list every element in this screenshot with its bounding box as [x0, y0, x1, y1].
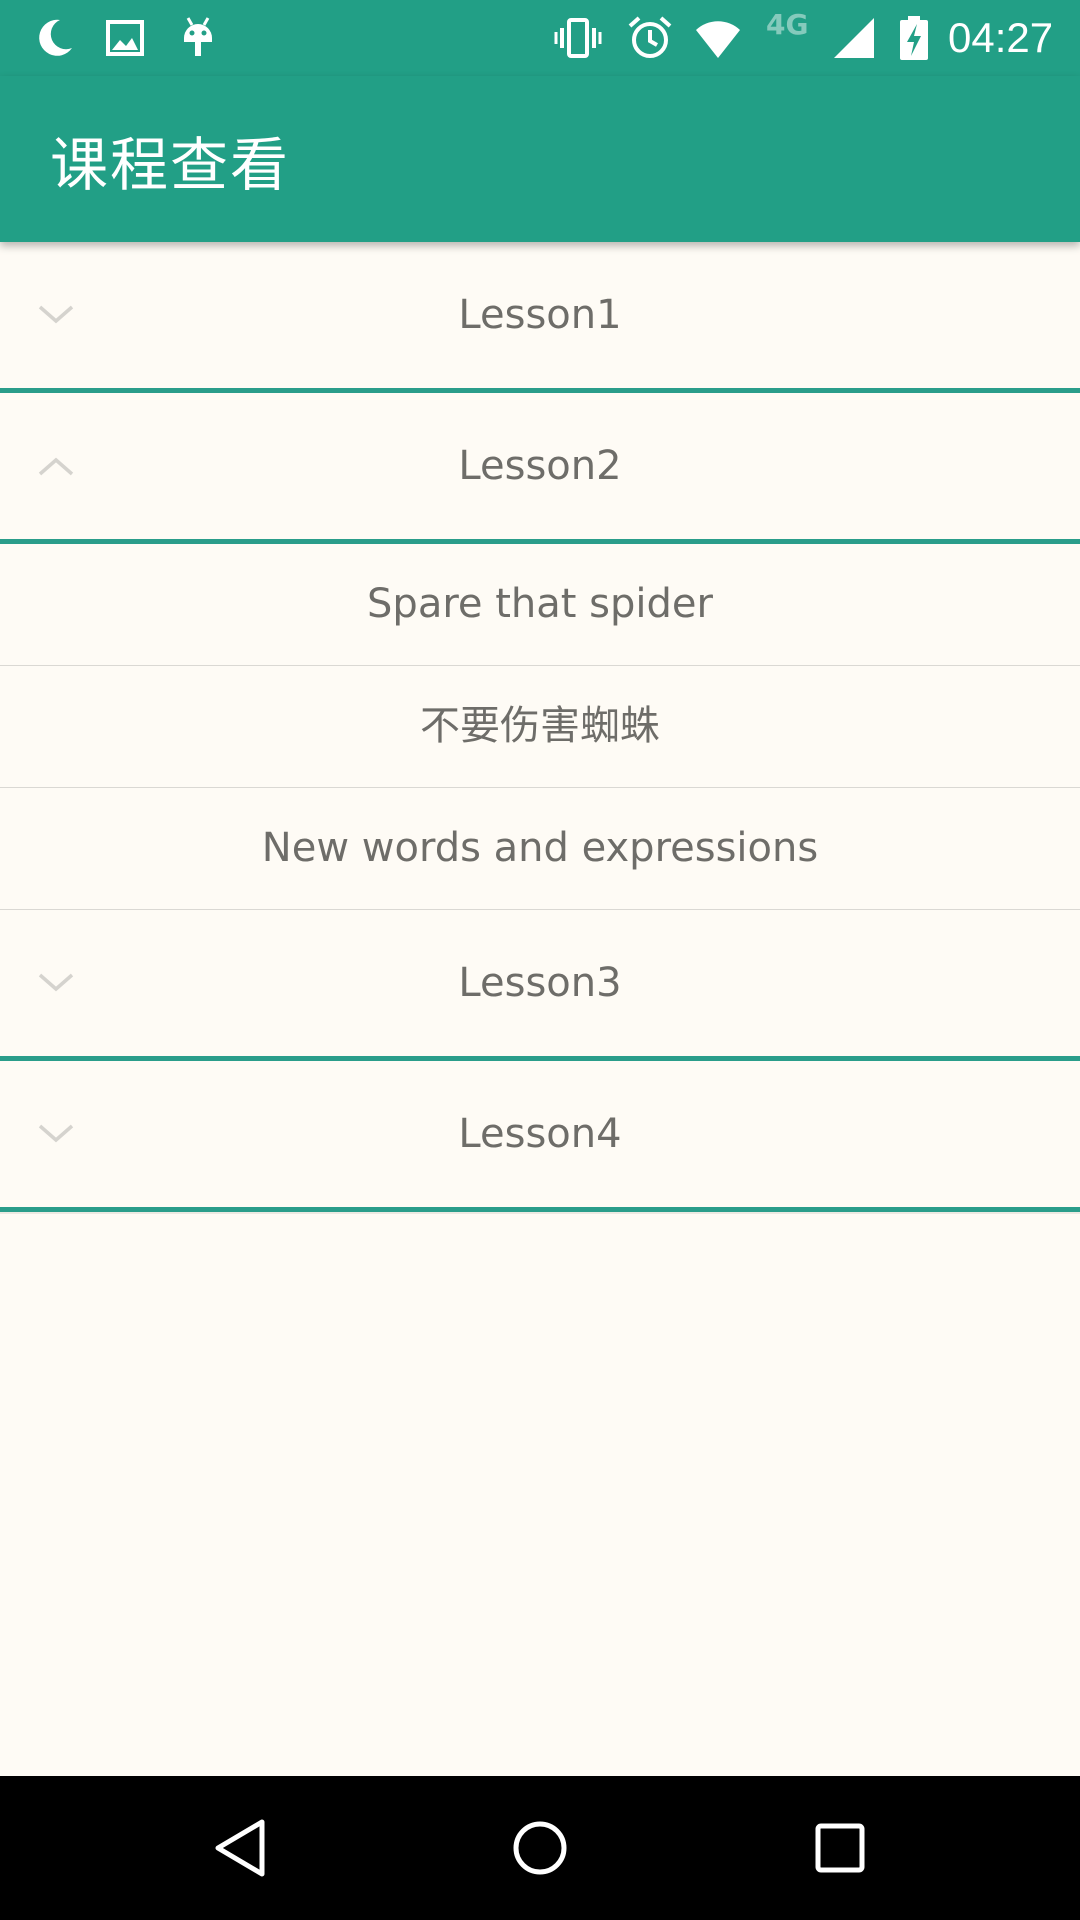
page-title: 课程查看 — [50, 131, 291, 199]
android-icon — [184, 17, 212, 56]
group-label: Lesson3 — [458, 960, 622, 1006]
group-label: Lesson2 — [458, 443, 622, 489]
recents-icon[interactable] — [804, 1812, 876, 1884]
app-toolbar: 课程查看 — [0, 76, 1080, 242]
child-label: Spare that spider — [367, 581, 713, 627]
network-type-label: 4G — [766, 8, 809, 41]
group-label: Lesson4 — [458, 1111, 622, 1157]
group-header-lesson3[interactable]: Lesson3 — [0, 910, 1080, 1061]
battery-charging-icon — [900, 16, 928, 60]
group-header-lesson4[interactable]: Lesson4 — [0, 1061, 1080, 1212]
wifi-icon — [696, 21, 740, 58]
lesson-list: Lesson1 Lesson2 Spare that spider 不要伤害蜘蛛… — [0, 242, 1080, 1212]
home-icon[interactable] — [504, 1812, 576, 1884]
signal-icon — [834, 18, 874, 58]
back-icon[interactable] — [204, 1812, 276, 1884]
status-clock: 04:27 — [948, 14, 1054, 61]
list-item-chinese-title[interactable]: 不要伤害蜘蛛 — [0, 666, 1080, 788]
list-item-spare-that-spider[interactable]: Spare that spider — [0, 544, 1080, 666]
list-item-new-words[interactable]: New words and expressions — [0, 788, 1080, 910]
child-label: New words and expressions — [261, 825, 819, 871]
status-bar: 4G 04:27 — [0, 0, 1080, 76]
group-header-lesson2[interactable]: Lesson2 — [0, 393, 1080, 544]
moon-icon — [39, 19, 72, 56]
group-label: Lesson1 — [458, 292, 622, 338]
navigation-bar — [0, 1776, 1080, 1920]
vibrate-icon — [554, 18, 602, 58]
alarm-icon — [628, 16, 672, 58]
group-header-lesson1[interactable]: Lesson1 — [0, 242, 1080, 393]
image-icon — [106, 20, 144, 56]
child-label: 不要伤害蜘蛛 — [420, 703, 660, 749]
